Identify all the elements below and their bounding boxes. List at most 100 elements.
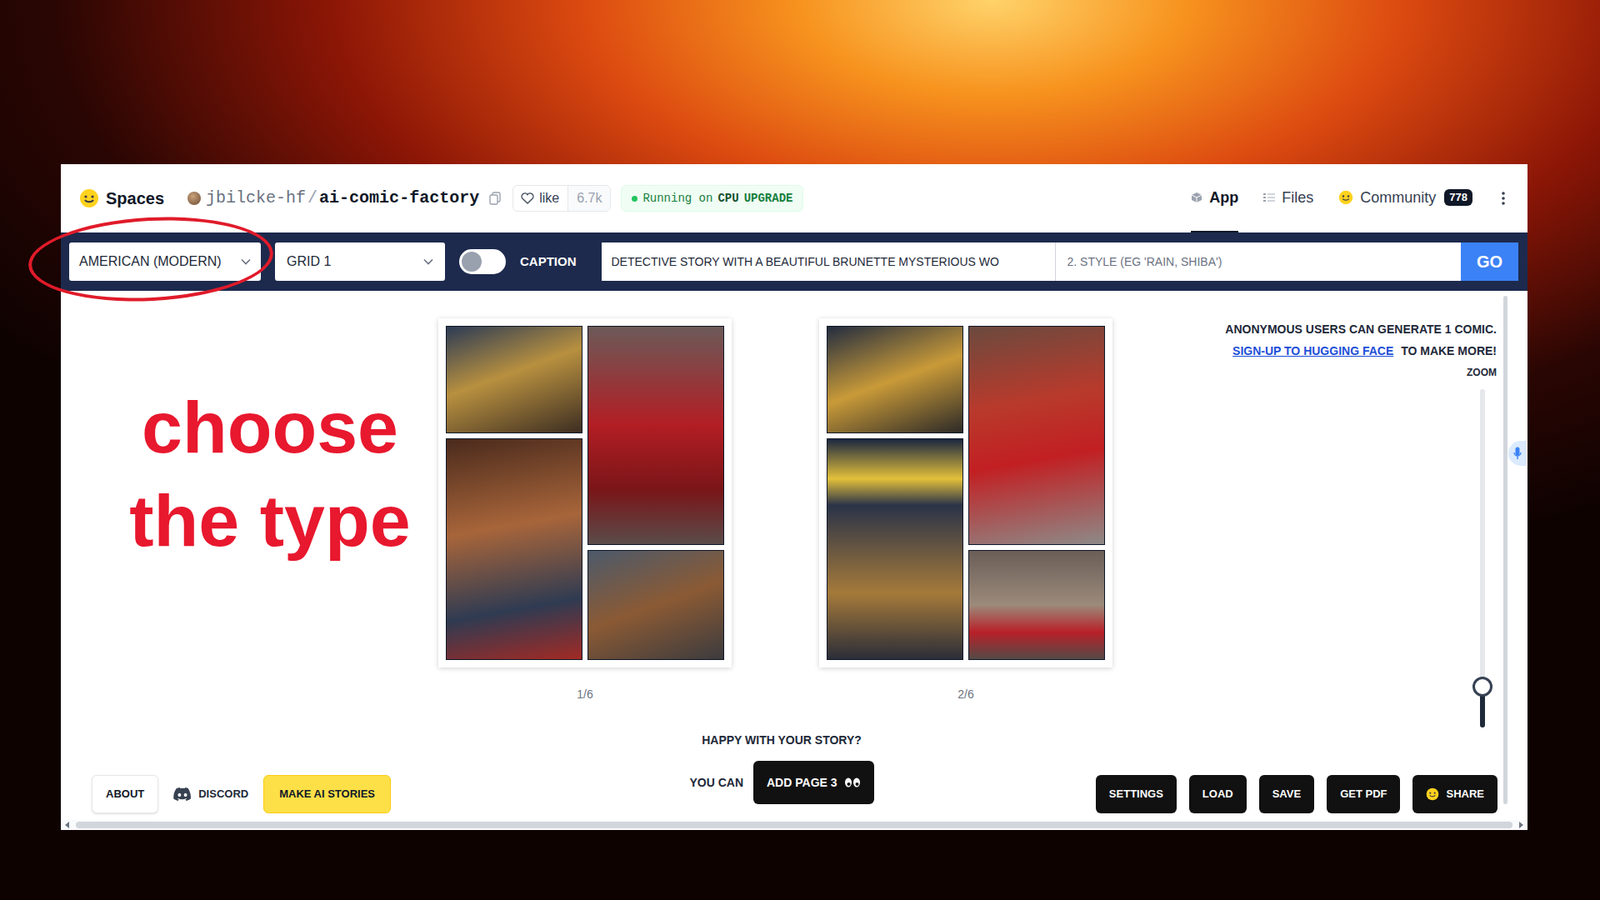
space-tab[interactable]: Community 778 bbox=[1338, 164, 1473, 233]
copy-icon[interactable] bbox=[489, 191, 501, 205]
footer-button[interactable]: ABOUT bbox=[91, 775, 159, 814]
community-tab-icon bbox=[1338, 190, 1354, 205]
community-icon bbox=[1338, 190, 1354, 205]
you-can-label: YOU CAN bbox=[689, 774, 744, 792]
comic-toolbar: AMERICAN (MODERN) GRID 1 CAPTION DETECTI… bbox=[60, 232, 1528, 291]
tab-badge: 778 bbox=[1444, 189, 1473, 206]
add-page-row: YOU CAN ADD PAGE 3 bbox=[689, 760, 874, 805]
footer-button-label: MAKE AI STORIES bbox=[279, 785, 375, 803]
scroll-left-icon[interactable] bbox=[64, 821, 71, 829]
vertical-scrollbar[interactable] bbox=[1503, 295, 1508, 805]
footer-button[interactable]: GET PDF bbox=[1326, 775, 1400, 814]
zoom-slider[interactable] bbox=[1480, 389, 1485, 728]
style-prompt-field[interactable] bbox=[1055, 242, 1462, 281]
app-tab-icon bbox=[1190, 191, 1203, 204]
like-label: like bbox=[534, 188, 568, 209]
comic-panel bbox=[826, 438, 964, 660]
page-number: 1/6 bbox=[576, 685, 593, 704]
footer-button[interactable]: SETTINGS bbox=[1095, 775, 1177, 814]
comic-panel bbox=[587, 325, 725, 545]
footer-button-label: LOAD bbox=[1202, 785, 1234, 803]
comic-panel bbox=[587, 550, 725, 660]
space-tabs: App Files Community 778 bbox=[1190, 164, 1473, 233]
footer-button-label: SAVE bbox=[1272, 785, 1301, 803]
status-badge: Running on CPU UPGRADE bbox=[620, 185, 804, 212]
spaces-link[interactable]: Spaces bbox=[105, 185, 165, 211]
comic-panel bbox=[826, 325, 964, 434]
style-select[interactable]: AMERICAN (MODERN) bbox=[69, 242, 261, 281]
panel-column bbox=[445, 325, 583, 660]
upgrade-link[interactable]: UPGRADE bbox=[744, 190, 794, 208]
footer-button-label: SETTINGS bbox=[1109, 785, 1164, 803]
comic-workspace: 1/6 2/6 ANONYMOUS USERS CAN GENERATE 1 CO… bbox=[60, 290, 1528, 830]
share-hf-icon bbox=[1425, 787, 1440, 801]
story-prompt-field[interactable]: DETECTIVE STORY WITH A BEAUTIFUL BRUNETT… bbox=[601, 242, 1056, 281]
space-tab[interactable]: Files bbox=[1263, 164, 1314, 233]
comic-page-sheet bbox=[438, 318, 732, 668]
files-icon bbox=[1263, 192, 1275, 203]
anonymous-notice: ANONYMOUS USERS CAN GENERATE 1 COMIC. SI… bbox=[1225, 318, 1497, 362]
caption-toggle[interactable] bbox=[459, 249, 506, 275]
comic-page-sheet bbox=[819, 318, 1113, 668]
owner-name[interactable]: jbilcke-hf bbox=[205, 185, 306, 211]
status-text: Running on bbox=[642, 190, 713, 208]
footer-button-label: ABOUT bbox=[105, 785, 145, 803]
add-page-button[interactable]: ADD PAGE 3 bbox=[753, 760, 875, 805]
happy-question: HAPPY WITH YOUR STORY? bbox=[701, 731, 862, 750]
comic-panel bbox=[445, 438, 583, 660]
horizontal-scrollbar[interactable] bbox=[60, 820, 1528, 830]
like-button[interactable]: like 6.7k bbox=[512, 185, 611, 212]
bottom-bar: ABOUT DISCORD MAKE AI STORIES HAPPY WITH Y… bbox=[60, 731, 1528, 814]
signup-link[interactable]: SIGN-UP TO HUGGING FACE bbox=[1232, 344, 1394, 358]
footer-left: ABOUT DISCORD MAKE AI STORIES bbox=[91, 775, 425, 814]
side-column: ANONYMOUS USERS CAN GENERATE 1 COMIC. SI… bbox=[1213, 318, 1497, 728]
comic-panel bbox=[445, 325, 583, 434]
chevron-down-icon bbox=[240, 258, 251, 265]
notice-suffix: TO MAKE MORE! bbox=[1400, 344, 1497, 358]
style-select-value: AMERICAN (MODERN) bbox=[79, 251, 222, 272]
path-separator: / bbox=[307, 185, 318, 211]
like-count: 6.7k bbox=[567, 185, 610, 211]
more-menu-icon[interactable] bbox=[1500, 190, 1506, 207]
space-tab[interactable]: App bbox=[1190, 164, 1239, 233]
layout-select-value: GRID 1 bbox=[286, 251, 331, 272]
tab-label: Community bbox=[1360, 186, 1436, 210]
page-number: 2/6 bbox=[957, 685, 974, 704]
caption-label: CAPTION bbox=[520, 252, 577, 272]
layout-select[interactable]: GRID 1 bbox=[275, 242, 445, 281]
footer-button[interactable]: SAVE bbox=[1259, 775, 1315, 814]
tab-label: Files bbox=[1281, 186, 1314, 210]
page: {"overlay": {"caption": "choose the type… bbox=[0, 0, 1600, 900]
discord-icon bbox=[173, 787, 192, 801]
tab-label: App bbox=[1209, 186, 1239, 210]
comic-panel bbox=[968, 325, 1105, 545]
scrollbar-thumb[interactable] bbox=[75, 821, 1513, 829]
space-header: Spaces jbilcke-hf / ai-comic-factory lik… bbox=[60, 164, 1528, 233]
footer-right: SETTINGS LOAD SAVE GET PDF SHARE bbox=[1095, 775, 1498, 814]
browser-panel: Spaces jbilcke-hf / ai-comic-factory lik… bbox=[60, 164, 1528, 830]
comic-pages: 1/6 2/6 bbox=[438, 318, 1113, 704]
spaces-logo-icon[interactable] bbox=[79, 188, 100, 209]
owner-avatar-icon bbox=[187, 191, 201, 205]
go-button[interactable]: GO bbox=[1460, 242, 1519, 281]
footer-button[interactable]: DISCORD bbox=[170, 775, 252, 814]
files-tab-icon bbox=[1263, 192, 1275, 203]
panel-column bbox=[826, 325, 964, 660]
panel-column bbox=[587, 325, 725, 660]
go-label: GO bbox=[1476, 249, 1503, 275]
footer-button-label: DISCORD bbox=[198, 785, 249, 803]
toggle-knob bbox=[461, 251, 482, 272]
status-dot-icon bbox=[631, 195, 638, 202]
footer-button[interactable]: SHARE bbox=[1412, 775, 1498, 814]
footer-button[interactable]: MAKE AI STORIES bbox=[263, 775, 391, 814]
chevron-down-icon bbox=[423, 258, 434, 265]
hardware-label: CPU bbox=[717, 190, 739, 208]
notice-text: ANONYMOUS USERS CAN GENERATE 1 COMIC. bbox=[1225, 322, 1497, 336]
repo-name[interactable]: ai-comic-factory bbox=[319, 185, 480, 211]
footer-button-label: SHARE bbox=[1445, 785, 1485, 803]
footer-button[interactable]: LOAD bbox=[1189, 775, 1247, 814]
scroll-right-icon[interactable] bbox=[1517, 821, 1525, 829]
zoom-slider-thumb[interactable] bbox=[1472, 676, 1493, 697]
zoom-label: ZOOM bbox=[1466, 365, 1497, 380]
microphone-icon[interactable] bbox=[1508, 440, 1527, 466]
